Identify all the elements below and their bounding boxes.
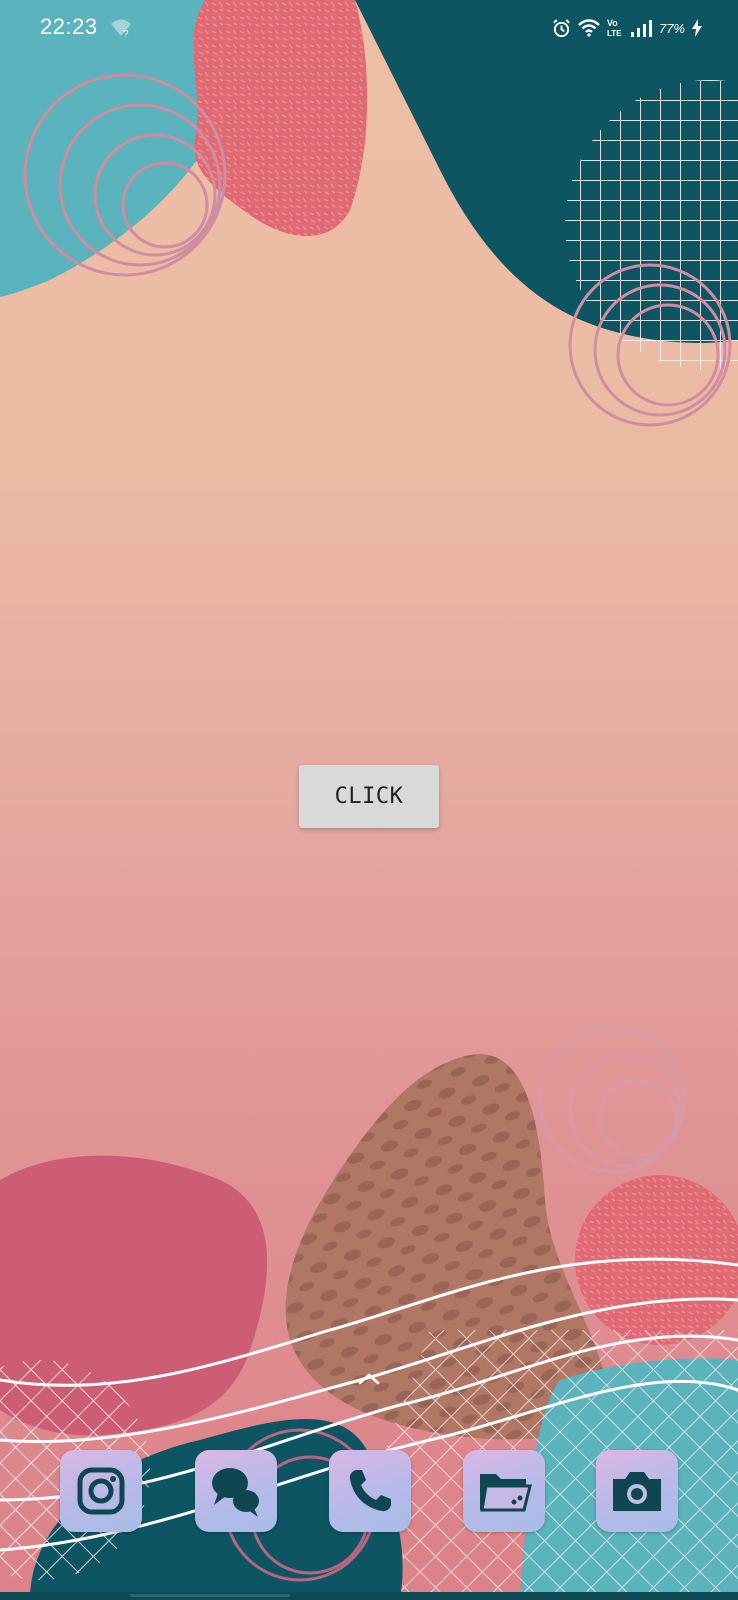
- dock-app-files[interactable]: [463, 1450, 545, 1532]
- folder-icon: [480, 1474, 532, 1512]
- chat-bubbles-icon: [212, 1468, 259, 1517]
- status-bar: 22:23 ? Vo LTE 77%: [0, 0, 738, 58]
- instagram-icon: [77, 1467, 125, 1515]
- chevron-up-icon[interactable]: [356, 1370, 382, 1388]
- navigation-bar: [0, 1592, 738, 1600]
- wifi-icon: [578, 19, 600, 37]
- click-button[interactable]: CLICK: [299, 765, 439, 828]
- camera-icon: [613, 1472, 661, 1511]
- dock-app-messages[interactable]: [195, 1450, 277, 1532]
- dock-app-camera[interactable]: [596, 1450, 678, 1532]
- alarm-icon: [553, 18, 570, 37]
- signal-icon: [630, 20, 652, 37]
- volte-icon: Vo LTE: [607, 18, 622, 38]
- battery-charging-icon: [692, 19, 702, 37]
- dock: [0, 1450, 738, 1534]
- svg-text:LTE: LTE: [607, 29, 622, 38]
- dock-app-phone[interactable]: [329, 1450, 411, 1532]
- dock-app-instagram[interactable]: [60, 1450, 142, 1532]
- phone-icon: [349, 1470, 391, 1512]
- svg-text:?: ?: [123, 29, 129, 38]
- status-icons-right: Vo LTE 77%: [552, 15, 702, 41]
- rings-bottom-right: [538, 1026, 686, 1174]
- home-screen: 22:23 ? Vo LTE 77% CLICK: [0, 0, 738, 1600]
- svg-text:Vo: Vo: [607, 18, 618, 28]
- status-time: 22:23: [40, 14, 98, 39]
- battery-percent: 77%: [658, 20, 685, 36]
- wifi-question-icon: ?: [111, 19, 131, 38]
